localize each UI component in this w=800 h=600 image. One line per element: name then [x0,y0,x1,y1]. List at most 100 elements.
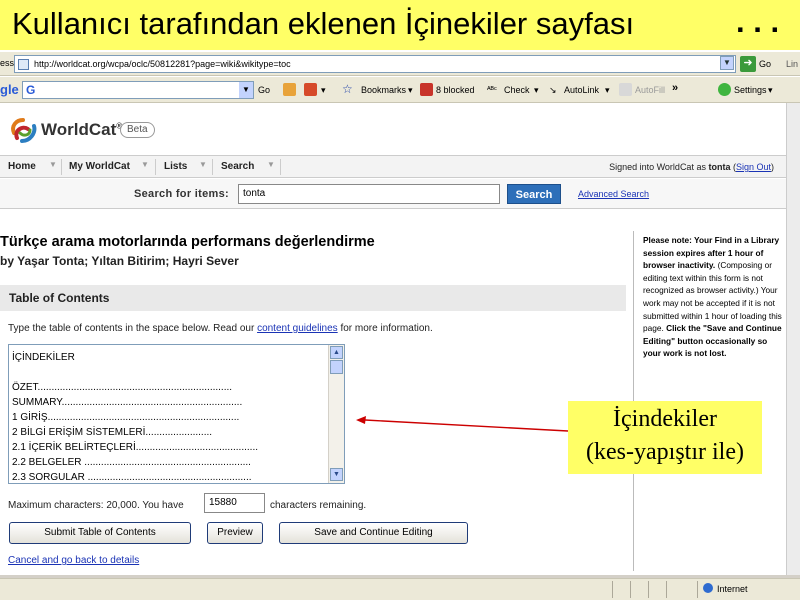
status-pane [612,581,613,598]
autolink-dropdown-icon[interactable]: ▾ [605,85,610,96]
scroll-up-icon[interactable]: ▲ [330,346,343,359]
search-button[interactable]: Search [507,184,561,204]
content-guidelines-link[interactable]: content guidelines [257,323,338,334]
google-logo: gle [0,82,19,97]
toc-line: 2 BİLGİ ERİŞİM SİSTEMLERİ...............… [12,427,213,438]
toc-line: 2.1 İÇERİK BELİRTEÇLERİ.................… [12,442,258,453]
toc-line: SUMMARY.................................… [12,397,243,408]
slide-title: Kullanıcı tarafından eklenen İçinekiler … [12,6,635,41]
toc-instructions: Type the table of contents in the space … [8,323,433,334]
worldcat-nav: Home ▼ My WorldCat ▼ Lists ▼ Search ▼ Si… [0,155,786,178]
nav-my-worldcat-dropdown-icon[interactable]: ▼ [141,160,149,169]
record-authors: by Yaşar Tonta; Yıltan Bitirim; Hayri Se… [0,254,239,268]
toc-line: ÖZET....................................… [12,382,233,393]
check-button[interactable]: Check [504,85,530,95]
links-label[interactable]: Lin [786,59,798,69]
address-url: http://worldcat.org/wcpa/oclc/50812281?p… [34,59,291,69]
nav-home[interactable]: Home [8,161,36,172]
google-toolbar: gle G ▼ Go ▾ ☆ Bookmarks ▾ 8 blocked ᴬᴮᶜ… [0,77,800,103]
search-label: Search for items: [134,188,229,200]
blocked-count[interactable]: 8 blocked [436,85,475,95]
scroll-down-icon[interactable]: ▼ [330,468,343,481]
google-search-input[interactable]: G ▼ [22,81,254,99]
scroll-thumb[interactable] [330,360,343,374]
autolink-icon[interactable]: ↘ [549,85,557,96]
google-go-button[interactable]: Go [258,85,270,95]
slide-title-dots: . . . [736,4,780,39]
cancel-link[interactable]: Cancel and go back to details [8,555,139,566]
nav-search-dropdown-icon[interactable]: ▼ [267,160,275,169]
session-note: Please note: Your Find in a Library sess… [643,235,782,359]
callout-line-2: (kes-yapıştır ile) [586,439,744,465]
nav-my-worldcat[interactable]: My WorldCat [69,161,130,172]
toc-textarea[interactable]: İÇİNDEKİLER ÖZET........................… [8,344,345,484]
toc-scrollbar[interactable]: ▲ ▼ [328,345,344,483]
address-input[interactable]: http://worldcat.org/wcpa/oclc/50812281?p… [14,55,736,73]
search-bar: Search for items: tonta Search Advanced … [0,179,786,209]
callout-box: İçindekiler (kes-yapıştır ile) [568,401,762,474]
google-g-icon: G [26,83,36,97]
toc-line: 2.3 SORGULAR ...........................… [12,472,252,483]
callout-line-1: İçindekiler [613,406,717,432]
more-button[interactable]: » [672,82,678,94]
remaining-chars-label: characters remaining. [270,500,367,511]
globe-icon [703,583,713,593]
toc-line: 2.2 BELGELER ...........................… [12,457,251,468]
bookmarks-button[interactable]: Bookmarks [361,85,406,95]
sign-out-link[interactable]: Sign Out [736,162,771,172]
toc-heading: Table of Contents [9,291,110,305]
advanced-search-link[interactable]: Advanced Search [578,189,649,199]
status-pane [630,581,631,598]
go-arrow-icon[interactable]: ➜ [740,56,756,72]
nav-separator [280,159,281,175]
chevron-down-icon[interactable]: ▼ [239,82,253,98]
popup-blocker-icon[interactable] [420,83,433,96]
settings-button[interactable]: Settings [734,85,767,95]
spellcheck-icon[interactable]: ᴬᴮᶜ [487,85,497,94]
nav-lists-dropdown-icon[interactable]: ▼ [199,160,207,169]
signed-in-status: Signed into WorldCat as tonta (Sign Out) [609,162,774,172]
internet-zone: Internet [703,583,748,594]
nav-home-dropdown-icon[interactable]: ▼ [49,160,57,169]
pagerank-icon[interactable] [283,83,296,96]
max-chars-text: Maximum characters: 20,000. You have [8,500,184,511]
status-bar: Internet [0,578,800,600]
settings-icon[interactable] [718,83,731,96]
address-bar-row: ess http://worldcat.org/wcpa/oclc/508122… [0,52,800,76]
news-dropdown-icon[interactable]: ▾ [321,85,326,96]
toc-line: 1 GİRİŞ.................................… [12,412,240,423]
record-title: Türkçe arama motorlarında performans değ… [0,234,375,250]
search-input[interactable]: tonta [238,184,500,204]
worldcat-logo-text: WorldCat® [41,120,123,139]
page-right-edge [786,103,800,575]
nav-search[interactable]: Search [221,161,254,172]
toc-text: İÇİNDEKİLER ÖZET........................… [12,350,330,483]
toc-line [12,365,330,380]
address-dropdown-icon[interactable]: ▼ [720,56,734,70]
star-icon[interactable]: ☆ [342,82,353,96]
bookmarks-dropdown-icon[interactable]: ▾ [408,85,413,96]
status-pane [666,581,667,598]
settings-dropdown-icon[interactable]: ▾ [768,85,773,96]
address-label: ess [0,58,15,68]
save-continue-button[interactable]: Save and Continue Editing [279,522,468,544]
go-button-label[interactable]: Go [759,59,771,69]
autofill-button[interactable]: AutoFill [635,85,665,95]
status-pane [648,581,649,598]
submit-toc-button[interactable]: Submit Table of Contents [9,522,191,544]
nav-lists[interactable]: Lists [164,161,187,172]
check-dropdown-icon[interactable]: ▾ [534,85,539,96]
page-icon [18,59,29,70]
slide-title-bar: Kullanıcı tarafından eklenen İçinekiler … [0,0,800,50]
username: tonta [708,162,731,172]
preview-button[interactable]: Preview [207,522,263,544]
nav-separator [212,159,213,175]
beta-badge: Beta [120,122,155,138]
news-icon[interactable] [304,83,317,96]
autofill-icon[interactable] [619,83,632,96]
autolink-button[interactable]: AutoLink [564,85,599,95]
toc-line: İÇİNDEKİLER [12,352,75,363]
nav-separator [155,159,156,175]
status-pane [697,581,698,598]
worldcat-logo-icon [11,118,37,143]
